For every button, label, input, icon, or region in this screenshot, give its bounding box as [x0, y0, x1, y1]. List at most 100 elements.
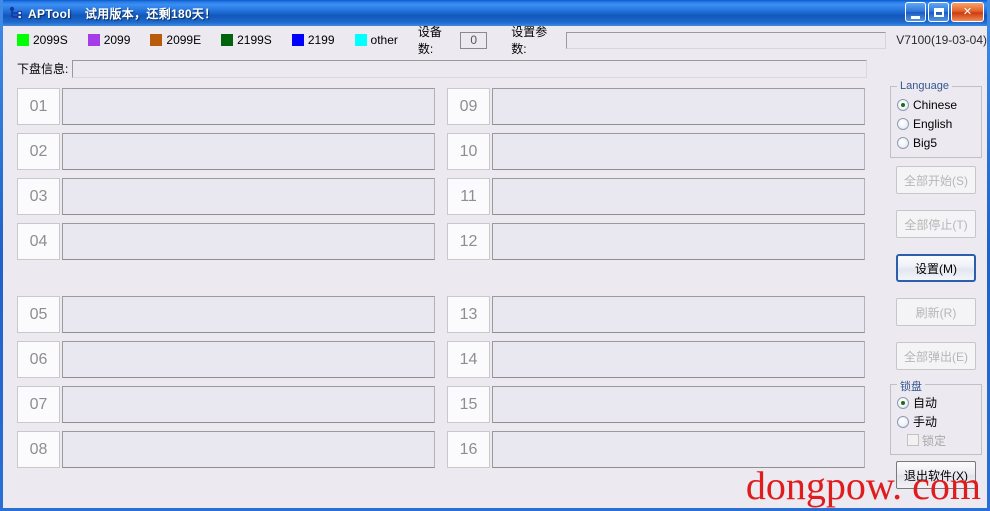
slot-02: 02	[17, 133, 447, 170]
legend-item-2099s: 2099S	[17, 33, 68, 47]
stop-all-button[interactable]: 全部停止(T)	[896, 210, 976, 238]
language-option-chinese[interactable]: Chinese	[897, 95, 975, 114]
slot-column-left-top: 01 02 03 04	[17, 88, 447, 268]
slot-number-button-12[interactable]: 12	[447, 223, 490, 260]
lock-label-manual: 手动	[913, 415, 938, 429]
eject-all-button-container: 全部弹出(E)	[890, 334, 982, 378]
slot-number-button-11[interactable]: 11	[447, 178, 490, 215]
slot-group-bottom: 05 06 07 08 13 14 15 16	[17, 296, 877, 476]
legend-item-2199s: 2199S	[221, 33, 272, 47]
exit-button[interactable]: 退出软件(X)	[896, 461, 976, 489]
minimize-button[interactable]	[905, 2, 926, 22]
slot-grid: 01 02 03 04 09 10 11 12 05 06 07 08 13 1…	[17, 88, 877, 476]
slot-column-left-bottom: 05 06 07 08	[17, 296, 447, 476]
radio-icon-chinese	[897, 98, 909, 111]
legend-item-2199: 2199	[291, 33, 335, 47]
settings-button-container: 设置(M)	[890, 246, 982, 290]
settings-button[interactable]: 设置(M)	[896, 254, 976, 282]
lock-option-auto[interactable]: 自动	[897, 393, 975, 412]
params-input[interactable]	[566, 31, 887, 49]
slot-number-button-09[interactable]: 09	[447, 88, 490, 125]
maximize-button[interactable]	[928, 2, 949, 22]
slot-status-panel-10[interactable]	[492, 133, 865, 170]
legend-item-other: other	[354, 33, 398, 47]
slot-status-panel-06[interactable]	[62, 341, 435, 378]
slot-number-button-04[interactable]: 04	[17, 223, 60, 260]
checkbox-icon-lock	[907, 434, 919, 446]
refresh-button[interactable]: 刷新(R)	[896, 298, 976, 326]
lock-option-manual[interactable]: 手动	[897, 412, 975, 431]
window-title: APTool 试用版本，还剩180天！	[28, 5, 217, 22]
version-text: V7100(19-03-04)	[896, 33, 987, 47]
language-option-english[interactable]: English	[897, 114, 975, 133]
slot-number-button-08[interactable]: 08	[17, 431, 60, 468]
legend-label-2199s: 2199S	[237, 33, 272, 47]
window-controls: ✕	[905, 2, 984, 22]
slot-column-right-top: 09 10 11 12	[447, 88, 877, 268]
slot-status-panel-11[interactable]	[492, 178, 865, 215]
lock-groupbox: 锁盘 自动 手动 锁定	[890, 378, 982, 455]
slot-15: 15	[447, 386, 877, 423]
slot-status-panel-15[interactable]	[492, 386, 865, 423]
slot-group-top: 01 02 03 04 09 10 11 12	[17, 88, 877, 268]
slot-status-panel-14[interactable]	[492, 341, 865, 378]
slot-status-panel-05[interactable]	[62, 296, 435, 333]
slot-status-panel-09[interactable]	[492, 88, 865, 125]
slot-number-button-15[interactable]: 15	[447, 386, 490, 423]
language-label-chinese: Chinese	[913, 97, 958, 112]
application-window: APTool 试用版本，还剩180天！ ✕ 2099S 2099 2099E 2…	[0, 0, 990, 511]
lock-checkbox-label: 锁定	[922, 433, 947, 448]
lock-groupbox-title: 锁盘	[897, 378, 925, 394]
slot-07: 07	[17, 386, 447, 423]
slot-09: 09	[447, 88, 877, 125]
slot-16: 16	[447, 431, 877, 468]
slot-number-button-06[interactable]: 06	[17, 341, 60, 378]
slot-number-button-03[interactable]: 03	[17, 178, 60, 215]
slot-number-button-14[interactable]: 14	[447, 341, 490, 378]
legend-toolbar: 2099S 2099 2099E 2199S 2199 other 设备数: 0…	[3, 26, 987, 56]
slot-11: 11	[447, 178, 877, 215]
slot-status-panel-16[interactable]	[492, 431, 865, 468]
legend-swatch-2199s	[221, 34, 234, 46]
lock-checkbox-row[interactable]: 锁定	[897, 431, 975, 449]
slot-status-panel-08[interactable]	[62, 431, 435, 468]
eject-all-button[interactable]: 全部弹出(E)	[896, 342, 976, 370]
exit-button-container: 退出软件(X)	[890, 455, 982, 495]
slot-number-button-02[interactable]: 02	[17, 133, 60, 170]
start-all-button[interactable]: 全部开始(S)	[896, 166, 976, 194]
disk-info-input[interactable]	[72, 59, 868, 78]
slot-status-panel-07[interactable]	[62, 386, 435, 423]
slot-status-panel-04[interactable]	[62, 223, 435, 260]
slot-number-button-13[interactable]: 13	[447, 296, 490, 333]
legend-item-2099e: 2099E	[150, 33, 201, 47]
radio-icon-manual	[897, 415, 909, 428]
slot-14: 14	[447, 341, 877, 378]
right-control-panel: Language Chinese English Big5 全部开始(S) 全部…	[890, 80, 982, 495]
slot-status-panel-12[interactable]	[492, 223, 865, 260]
slot-number-button-10[interactable]: 10	[447, 133, 490, 170]
slot-status-panel-13[interactable]	[492, 296, 865, 333]
radio-icon-big5	[897, 136, 909, 149]
slot-number-button-05[interactable]: 05	[17, 296, 60, 333]
refresh-button-container: 刷新(R)	[890, 290, 982, 334]
language-option-big5[interactable]: Big5	[897, 133, 975, 152]
slot-column-right-bottom: 13 14 15 16	[447, 296, 877, 476]
close-button[interactable]: ✕	[951, 2, 984, 22]
language-groupbox-title: Language	[897, 80, 952, 92]
slot-status-panel-03[interactable]	[62, 178, 435, 215]
slot-number-button-01[interactable]: 01	[17, 88, 60, 125]
slot-08: 08	[17, 431, 447, 468]
device-count-label: 设备数:	[417, 26, 442, 56]
slot-01: 01	[17, 88, 447, 125]
legend-swatch-other	[354, 34, 367, 46]
legend-swatch-2099	[87, 34, 100, 46]
language-groupbox: Language Chinese English Big5	[890, 80, 982, 158]
params-label: 设置参数:	[511, 26, 548, 56]
close-icon: ✕	[962, 5, 973, 18]
slot-status-panel-02[interactable]	[62, 133, 435, 170]
slot-06: 06	[17, 341, 447, 378]
slot-number-button-07[interactable]: 07	[17, 386, 60, 423]
slot-12: 12	[447, 223, 877, 260]
slot-number-button-16[interactable]: 16	[447, 431, 490, 468]
slot-status-panel-01[interactable]	[62, 88, 435, 125]
